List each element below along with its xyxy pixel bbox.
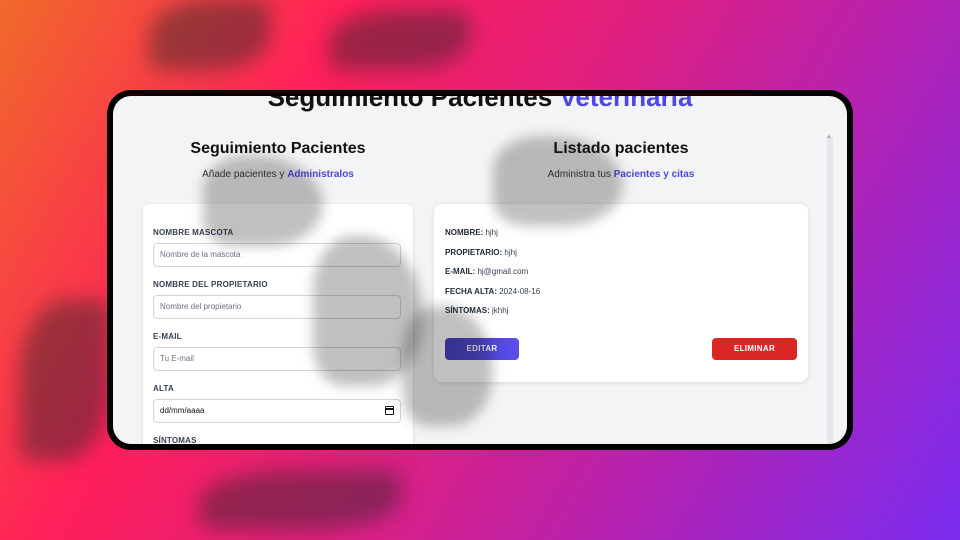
edit-button[interactable]: EDITAR xyxy=(445,338,519,360)
device-frame: Seguimiento Pacientes Veterinaria Seguim… xyxy=(107,90,853,450)
patient-name: NOMBRE: hjhj xyxy=(445,228,498,237)
email-input[interactable]: Tu E-mail xyxy=(153,347,401,371)
list-section-subtitle: Administra tus Pacientes y citas xyxy=(547,169,695,180)
patient-owner: PROPIETARIO: hjhj xyxy=(445,248,517,257)
page-title-accent: Veterinaria xyxy=(559,96,693,112)
owner-name-input[interactable]: Nombre del propietario xyxy=(153,295,401,319)
form-section-subtitle: Añade pacientes y Administralos xyxy=(202,169,354,180)
app-screen: Seguimiento Pacientes Veterinaria Seguim… xyxy=(113,96,847,444)
patient-card: NOMBRE: hjhj PROPIETARIO: hjhj E-MAIL: h… xyxy=(434,204,808,382)
background-shadow xyxy=(200,470,400,530)
list-section-title: Listado pacientes xyxy=(553,140,689,157)
page-title: Seguimiento Pacientes Veterinaria xyxy=(113,96,847,113)
scroll-up-icon[interactable]: ▲ xyxy=(826,134,832,140)
background-shadow xyxy=(330,10,470,70)
date-label: ALTA xyxy=(153,384,174,393)
background-shadow xyxy=(20,300,110,460)
patient-form: NOMBRE MASCOTA Nombre de la mascota NOMB… xyxy=(143,204,413,444)
patient-date: FECHA ALTA: 2024-08-16 xyxy=(445,287,541,296)
scrollbar[interactable] xyxy=(827,136,833,444)
pet-name-label: NOMBRE MASCOTA xyxy=(153,228,234,237)
symptoms-label: SÍNTOMAS xyxy=(153,436,197,444)
patient-email: E-MAIL: hj@gmail.com xyxy=(445,267,529,276)
background-shadow xyxy=(150,0,270,70)
pet-name-input[interactable]: Nombre de la mascota xyxy=(153,243,401,267)
calendar-icon[interactable] xyxy=(385,406,394,415)
email-label: E-MAIL xyxy=(153,332,182,341)
patient-symptoms: SÍNTOMAS: jkhhj xyxy=(445,306,509,315)
date-input[interactable]: dd/mm/aaaa xyxy=(153,399,401,423)
delete-button[interactable]: ELIMINAR xyxy=(712,338,797,360)
owner-name-label: NOMBRE DEL PROPIETARIO xyxy=(153,280,268,289)
form-section-title: Seguimiento Pacientes xyxy=(190,140,366,157)
